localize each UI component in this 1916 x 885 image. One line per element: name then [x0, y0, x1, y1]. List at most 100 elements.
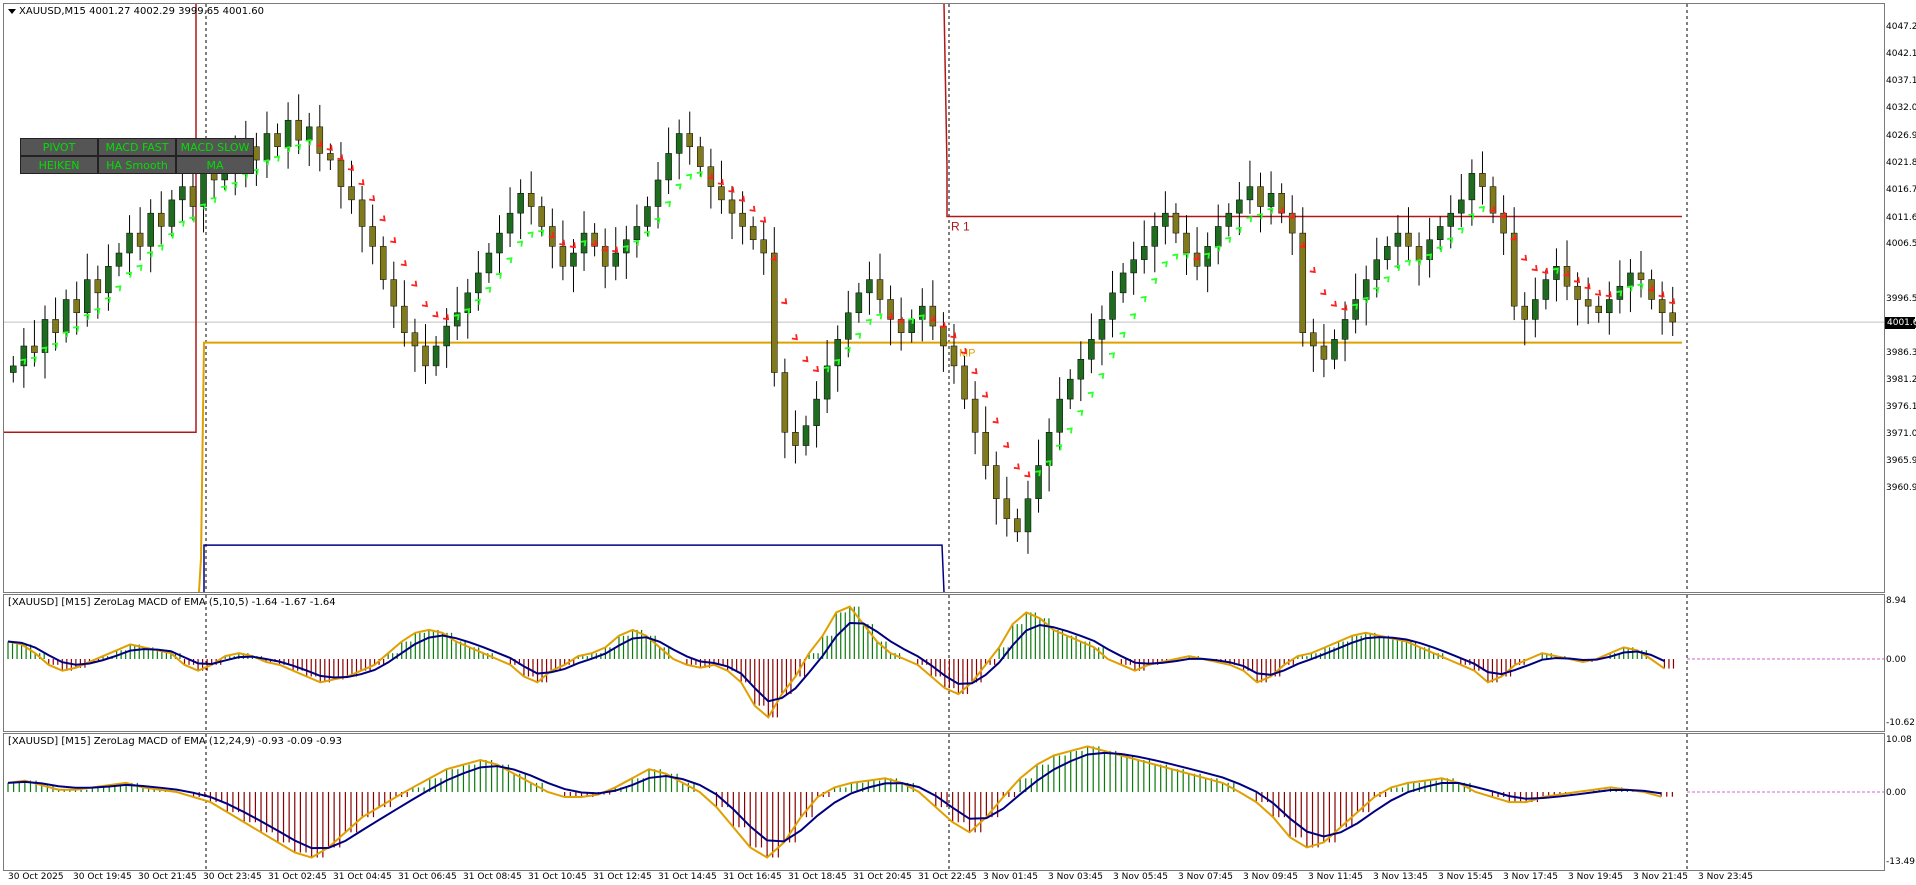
candle: [1637, 251, 1645, 298]
time-axis-label: 31 Oct 18:45: [788, 872, 847, 882]
time-axis-label: 30 Oct 2025: [8, 872, 64, 882]
candle: [1257, 172, 1264, 233]
heiken-button[interactable]: HEIKEN: [20, 156, 98, 174]
dropdown-arrow-icon[interactable]: [8, 8, 16, 14]
price-axis-label: 4026.95: [1886, 131, 1916, 141]
candle: [876, 253, 884, 314]
time-axis-label: 3 Nov 09:45: [1243, 872, 1298, 882]
trend-down-arrow-icon: [1330, 300, 1337, 307]
trend-down-arrow-icon: [791, 334, 798, 341]
price-axis-label: 4011.65: [1886, 213, 1916, 223]
time-axis-label: 3 Nov 07:45: [1178, 872, 1233, 882]
candle: [1458, 173, 1465, 228]
candle: [559, 220, 567, 281]
candle: [20, 328, 28, 388]
trend-down-arrow-icon: [812, 365, 820, 373]
candle: [718, 160, 725, 214]
candle: [971, 381, 979, 455]
candle: [1288, 195, 1296, 256]
candle: [1415, 232, 1423, 286]
candle: [1162, 191, 1169, 245]
time-axis-label: 3 Nov 05:45: [1113, 872, 1168, 882]
candle: [453, 286, 461, 340]
candle: [601, 228, 609, 289]
macd-slow-pane[interactable]: [XAUUSD] [M15] ZeroLag MACD of EMA (12,2…: [3, 733, 1885, 871]
candle: [644, 196, 651, 237]
candle: [1310, 318, 1317, 372]
candle: [1246, 160, 1254, 214]
candle: [1077, 341, 1085, 402]
candle: [422, 324, 429, 384]
candle: [337, 142, 345, 209]
candle: [1331, 329, 1338, 370]
symbol-title-text: XAUUSD,M15 4001.27 4002.29 3999.65 4001.…: [19, 6, 265, 17]
macd-fast-axis-max: 8.94: [1886, 596, 1907, 606]
price-axis-label: 3986.30: [1886, 348, 1916, 358]
candle: [929, 280, 937, 340]
candle: [10, 355, 17, 383]
trend-up-arrow-icon: [664, 200, 672, 208]
candle: [527, 171, 535, 225]
candle: [940, 312, 947, 372]
macd-slow-button[interactable]: MACD SLOW: [176, 138, 254, 156]
candle: [327, 143, 334, 171]
candle: [1426, 217, 1433, 278]
trend-up-arrow-icon: [1119, 331, 1126, 338]
candle: [475, 251, 482, 311]
macd-slow-axis-min: -13.49: [1886, 857, 1916, 867]
candle: [665, 127, 672, 194]
candle: [728, 185, 736, 240]
trend-down-arrow-icon: [1320, 289, 1327, 296]
trend-up-arrow-icon: [1077, 409, 1084, 416]
trend-up-arrow-icon: [1151, 277, 1158, 284]
time-axis-label: 31 Oct 06:45: [398, 872, 457, 882]
candle: [168, 189, 176, 237]
price-axis-label: 3996.50: [1886, 294, 1916, 304]
candle: [802, 415, 810, 456]
candle: [496, 215, 503, 275]
candle: [1225, 203, 1233, 237]
candle: [982, 406, 989, 480]
candle: [823, 340, 831, 414]
trend-up-arrow-icon: [1225, 236, 1232, 243]
macd-fast-button[interactable]: MACD FAST: [98, 138, 176, 156]
candle: [1563, 240, 1571, 301]
trend-up-arrow-icon: [485, 286, 492, 293]
candle: [855, 282, 863, 323]
trend-down-arrow-icon: [971, 368, 978, 375]
time-axis-label: 31 Oct 08:45: [463, 872, 522, 882]
macd-slow-title: [XAUUSD] [M15] ZeroLag MACD of EMA (12,2…: [8, 736, 342, 747]
trend-down-arrow-icon: [781, 298, 788, 305]
candle: [401, 280, 408, 347]
trend-up-arrow-icon: [865, 318, 872, 325]
macd-fast-pane[interactable]: [XAUUSD] [M15] ZeroLag MACD of EMA (5,10…: [3, 594, 1885, 732]
candle: [369, 204, 376, 265]
time-axis-label: 3 Nov 13:45: [1373, 872, 1428, 882]
candle: [887, 285, 894, 346]
mp-pivot-line: [198, 341, 1682, 592]
ha-smooth-button[interactable]: HA Smooth: [98, 156, 176, 174]
candle: [379, 236, 387, 290]
candle: [263, 111, 271, 178]
price-chart-pane[interactable]: XAUUSD,M15 4001.27 4002.29 3999.65 4001.…: [3, 3, 1885, 593]
trend-down-arrow-icon: [1521, 254, 1528, 261]
r1-label: R 1: [951, 219, 970, 233]
r1-pivot-line: [943, 4, 1682, 218]
time-axis-label: 3 Nov 21:45: [1633, 872, 1688, 882]
price-axis-label: 3976.10: [1886, 402, 1916, 412]
trend-down-arrow-icon: [749, 205, 756, 212]
ma-button[interactable]: MA: [176, 156, 254, 174]
pivot-button[interactable]: PIVOT: [20, 138, 98, 156]
candle: [1616, 260, 1624, 314]
time-axis-label: 3 Nov 17:45: [1503, 872, 1558, 882]
candle: [591, 223, 598, 257]
time-axis-label: 3 Nov 19:45: [1568, 872, 1623, 882]
price-axis-label: 3965.90: [1886, 456, 1916, 466]
candle: [115, 243, 123, 277]
time-axis-label: 3 Nov 23:45: [1698, 872, 1753, 882]
trend-up-arrow-icon: [1098, 372, 1105, 379]
trend-down-arrow-icon: [802, 356, 809, 363]
candle: [1299, 207, 1307, 347]
trend-up-arrow-icon: [1108, 352, 1116, 359]
time-axis-label: 31 Oct 16:45: [723, 872, 782, 882]
